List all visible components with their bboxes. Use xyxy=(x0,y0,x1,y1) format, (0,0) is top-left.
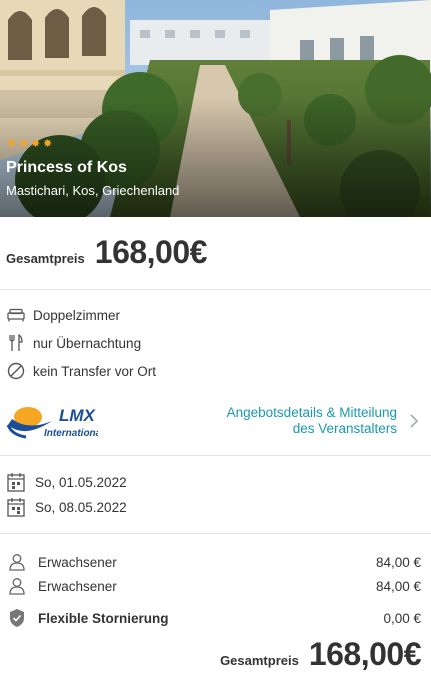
total-value: 168,00€ xyxy=(308,636,422,672)
traveller-price: 84,00 € xyxy=(375,554,421,570)
traveller-label: Erwachsener xyxy=(38,578,117,594)
logo-text: LMX xyxy=(59,406,97,425)
chevron-right-icon[interactable] xyxy=(409,414,419,428)
date-end: So, 08.05.2022 xyxy=(6,497,127,517)
offer-details-link[interactable]: Angebotsdetails & Mitteilung des Veranst… xyxy=(227,405,397,437)
hotel-name: Princess of Kos xyxy=(6,159,127,176)
calendar-icon xyxy=(7,498,25,517)
cancellation-label: Flexible Stornierung xyxy=(38,610,169,626)
offer-details-line2: des Veranstalters xyxy=(292,421,397,436)
no-transfer-icon xyxy=(6,361,26,381)
shield-check-icon xyxy=(6,608,28,628)
feature-transfer: kein Transfer vor Ort xyxy=(6,361,156,381)
operator-logo: LMX International xyxy=(6,403,104,439)
calendar-icon xyxy=(7,473,25,492)
traveller-row: Erwachsener 84,00 € xyxy=(6,576,421,596)
traveller-price: 84,00 € xyxy=(375,578,421,594)
end-date: So, 08.05.2022 xyxy=(35,499,127,515)
price-value: 168,00€ xyxy=(94,234,208,270)
logo-subtext: International xyxy=(44,428,98,439)
hotel-location: Mastichari, Kos, Griechenland xyxy=(6,183,180,198)
feature-board: nur Übernachtung xyxy=(6,333,141,353)
traveller-label: Erwachsener xyxy=(38,554,117,570)
start-date: So, 01.05.2022 xyxy=(35,474,127,490)
divider xyxy=(0,533,431,534)
price-summary: Gesamtpreis 168,00€ xyxy=(6,234,207,271)
divider xyxy=(0,289,431,290)
hotel-hero-image[interactable]: ✸ ✸ ✸ ✸ Princess of Kos Mastichari, Kos,… xyxy=(0,0,431,217)
divider xyxy=(0,455,431,456)
total-label: Gesamtpreis xyxy=(220,653,299,668)
feature-label: nur Übernachtung xyxy=(33,335,142,351)
traveller-row: Erwachsener 84,00 € xyxy=(6,552,421,572)
star-icon: ✸ xyxy=(19,138,29,150)
cutlery-icon xyxy=(6,333,26,353)
cancellation-row: Flexible Stornierung 0,00 € xyxy=(6,608,421,628)
feature-label: Doppelzimmer xyxy=(33,307,121,323)
total-price: Gesamtpreis 168,00€ xyxy=(220,636,421,673)
person-icon xyxy=(6,576,28,596)
feature-room: Doppelzimmer xyxy=(6,305,120,325)
star-icon: ✸ xyxy=(31,138,41,150)
date-start: So, 01.05.2022 xyxy=(6,472,127,492)
cancellation-price: 0,00 € xyxy=(383,610,421,626)
price-label: Gesamtpreis xyxy=(6,251,85,266)
bed-icon xyxy=(6,305,26,325)
hotel-rating-stars: ✸ ✸ ✸ ✸ xyxy=(7,138,53,150)
feature-label: kein Transfer vor Ort xyxy=(33,363,157,379)
star-icon: ✸ xyxy=(7,138,17,150)
offer-details-line1: Angebotsdetails & Mitteilung xyxy=(226,405,397,420)
star-icon: ✸ xyxy=(43,138,53,150)
person-icon xyxy=(6,552,28,572)
